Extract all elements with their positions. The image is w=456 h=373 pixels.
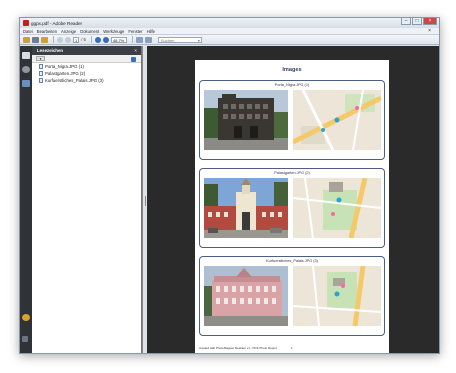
- close-button[interactable]: ×: [423, 18, 437, 25]
- photo-card: Palastgarten.JPG (2): [199, 168, 385, 248]
- fit-width-icon[interactable]: [144, 36, 152, 43]
- title-bar: ggpx.pdf - Adobe Reader – □ ×: [20, 18, 439, 28]
- bookmark-icon: [39, 78, 43, 83]
- print-icon[interactable]: [32, 36, 39, 43]
- toolbar-divider: [53, 36, 54, 43]
- document-view[interactable]: Images Porta_Nigra.JPG (1) Palastgarten.…: [147, 46, 439, 353]
- comment-icon[interactable]: [22, 314, 30, 321]
- bookmark-icon: [39, 64, 43, 69]
- map-kurfuerstliches-palais: [293, 266, 381, 326]
- bookmark-item[interactable]: Kurfuerstliches_Palais.JPG (3): [32, 77, 141, 84]
- search-input[interactable]: Suchen ▾: [157, 36, 202, 43]
- menu-fenster[interactable]: Fenster: [128, 29, 142, 34]
- photo-card: Porta_Nigra.JPG (1): [199, 80, 385, 160]
- card-label: Kurfuerstliches_Palais.JPG (3): [266, 259, 318, 263]
- menu-dokument[interactable]: Dokument: [80, 29, 99, 34]
- close-document-icon[interactable]: ×: [428, 28, 431, 34]
- menu-bearbeiten[interactable]: Bearbeiten: [37, 29, 57, 34]
- previous-page-icon[interactable]: [57, 36, 63, 43]
- bookmark-label: Palastgarten.JPG (2): [45, 71, 86, 76]
- panel-header: Lesezeichen ×: [32, 46, 141, 55]
- window-title: ggpx.pdf - Adobe Reader: [31, 20, 83, 26]
- bookmarks-icon[interactable]: [22, 80, 30, 87]
- bookmark-icon: [39, 71, 43, 76]
- toolbar: 1 / 5 48,7% Suchen ▾: [20, 35, 439, 45]
- pages-icon[interactable]: [22, 52, 30, 59]
- adobe-reader-icon: [23, 20, 29, 26]
- menu-werkzeuge[interactable]: Werkzeuge: [103, 29, 124, 34]
- page-footer: created with PhotoMapper Desktop v1 - PD…: [199, 346, 278, 350]
- photo-kurfuerstliches-palais: [204, 266, 288, 326]
- bookmark-item[interactable]: Porta_Nigra.JPG (1): [32, 63, 141, 70]
- minimize-button[interactable]: –: [401, 18, 411, 25]
- adobe-reader-window: ggpx.pdf - Adobe Reader – □ × Datei Bear…: [19, 17, 440, 354]
- map-porta-nigra: [293, 90, 381, 150]
- page-number: 1: [291, 346, 293, 350]
- zoom-level-input[interactable]: 48,7%: [110, 36, 127, 43]
- photo-palastgarten: [204, 178, 288, 238]
- page-number-input[interactable]: 1: [73, 36, 80, 43]
- zoom-in-icon[interactable]: [102, 36, 109, 43]
- panel-toolbar: ▾: [32, 55, 141, 63]
- maximize-button[interactable]: □: [412, 18, 422, 25]
- menu-datei[interactable]: Datei: [23, 29, 33, 34]
- new-bookmark-icon[interactable]: [131, 57, 136, 62]
- toolbar-divider: [90, 36, 92, 43]
- card-label: Palastgarten.JPG (2): [274, 171, 310, 175]
- menu-anzeige[interactable]: Anzeige: [61, 29, 76, 34]
- navigation-rail: [20, 46, 32, 353]
- next-page-icon[interactable]: [65, 36, 71, 43]
- card-label: Porta_Nigra.JPG (1): [274, 83, 310, 87]
- open-folder-icon[interactable]: [23, 36, 30, 43]
- bookmark-list: Porta_Nigra.JPG (1) Palastgarten.JPG (2)…: [32, 63, 141, 84]
- bookmark-label: Kurfuerstliches_Palais.JPG (3): [45, 78, 104, 83]
- bookmark-item[interactable]: Palastgarten.JPG (2): [32, 70, 141, 77]
- zoom-out-icon[interactable]: [94, 36, 101, 43]
- photo-porta-nigra: [204, 90, 288, 150]
- attachments-icon[interactable]: [22, 66, 30, 73]
- panel-title: Lesezeichen: [37, 48, 64, 53]
- share-icon[interactable]: [41, 36, 48, 43]
- photo-card: Kurfuerstliches_Palais.JPG (3): [199, 256, 385, 336]
- page-total: / 5: [81, 36, 86, 42]
- map-palastgarten: [293, 178, 381, 238]
- chevron-down-icon[interactable]: ▾: [198, 38, 200, 43]
- bookmarks-panel: Lesezeichen × ▾ Porta_Nigra.JPG (1) Pala…: [32, 46, 142, 353]
- toolbar-divider: [131, 36, 133, 43]
- menu-hilfe[interactable]: Hilfe: [147, 29, 155, 34]
- close-panel-icon[interactable]: ×: [134, 46, 137, 55]
- page-title: Images: [282, 67, 302, 73]
- attachment-clip-icon[interactable]: [22, 336, 28, 342]
- fit-page-icon[interactable]: [135, 36, 143, 43]
- options-menu-icon[interactable]: ▾: [36, 56, 45, 61]
- menu-bar: Datei Bearbeiten Anzeige Dokument Werkze…: [20, 28, 439, 35]
- search-placeholder: Suchen: [160, 37, 175, 43]
- bookmark-label: Porta_Nigra.JPG (1): [45, 64, 84, 69]
- pdf-page: Images Porta_Nigra.JPG (1) Palastgarten.…: [195, 60, 389, 353]
